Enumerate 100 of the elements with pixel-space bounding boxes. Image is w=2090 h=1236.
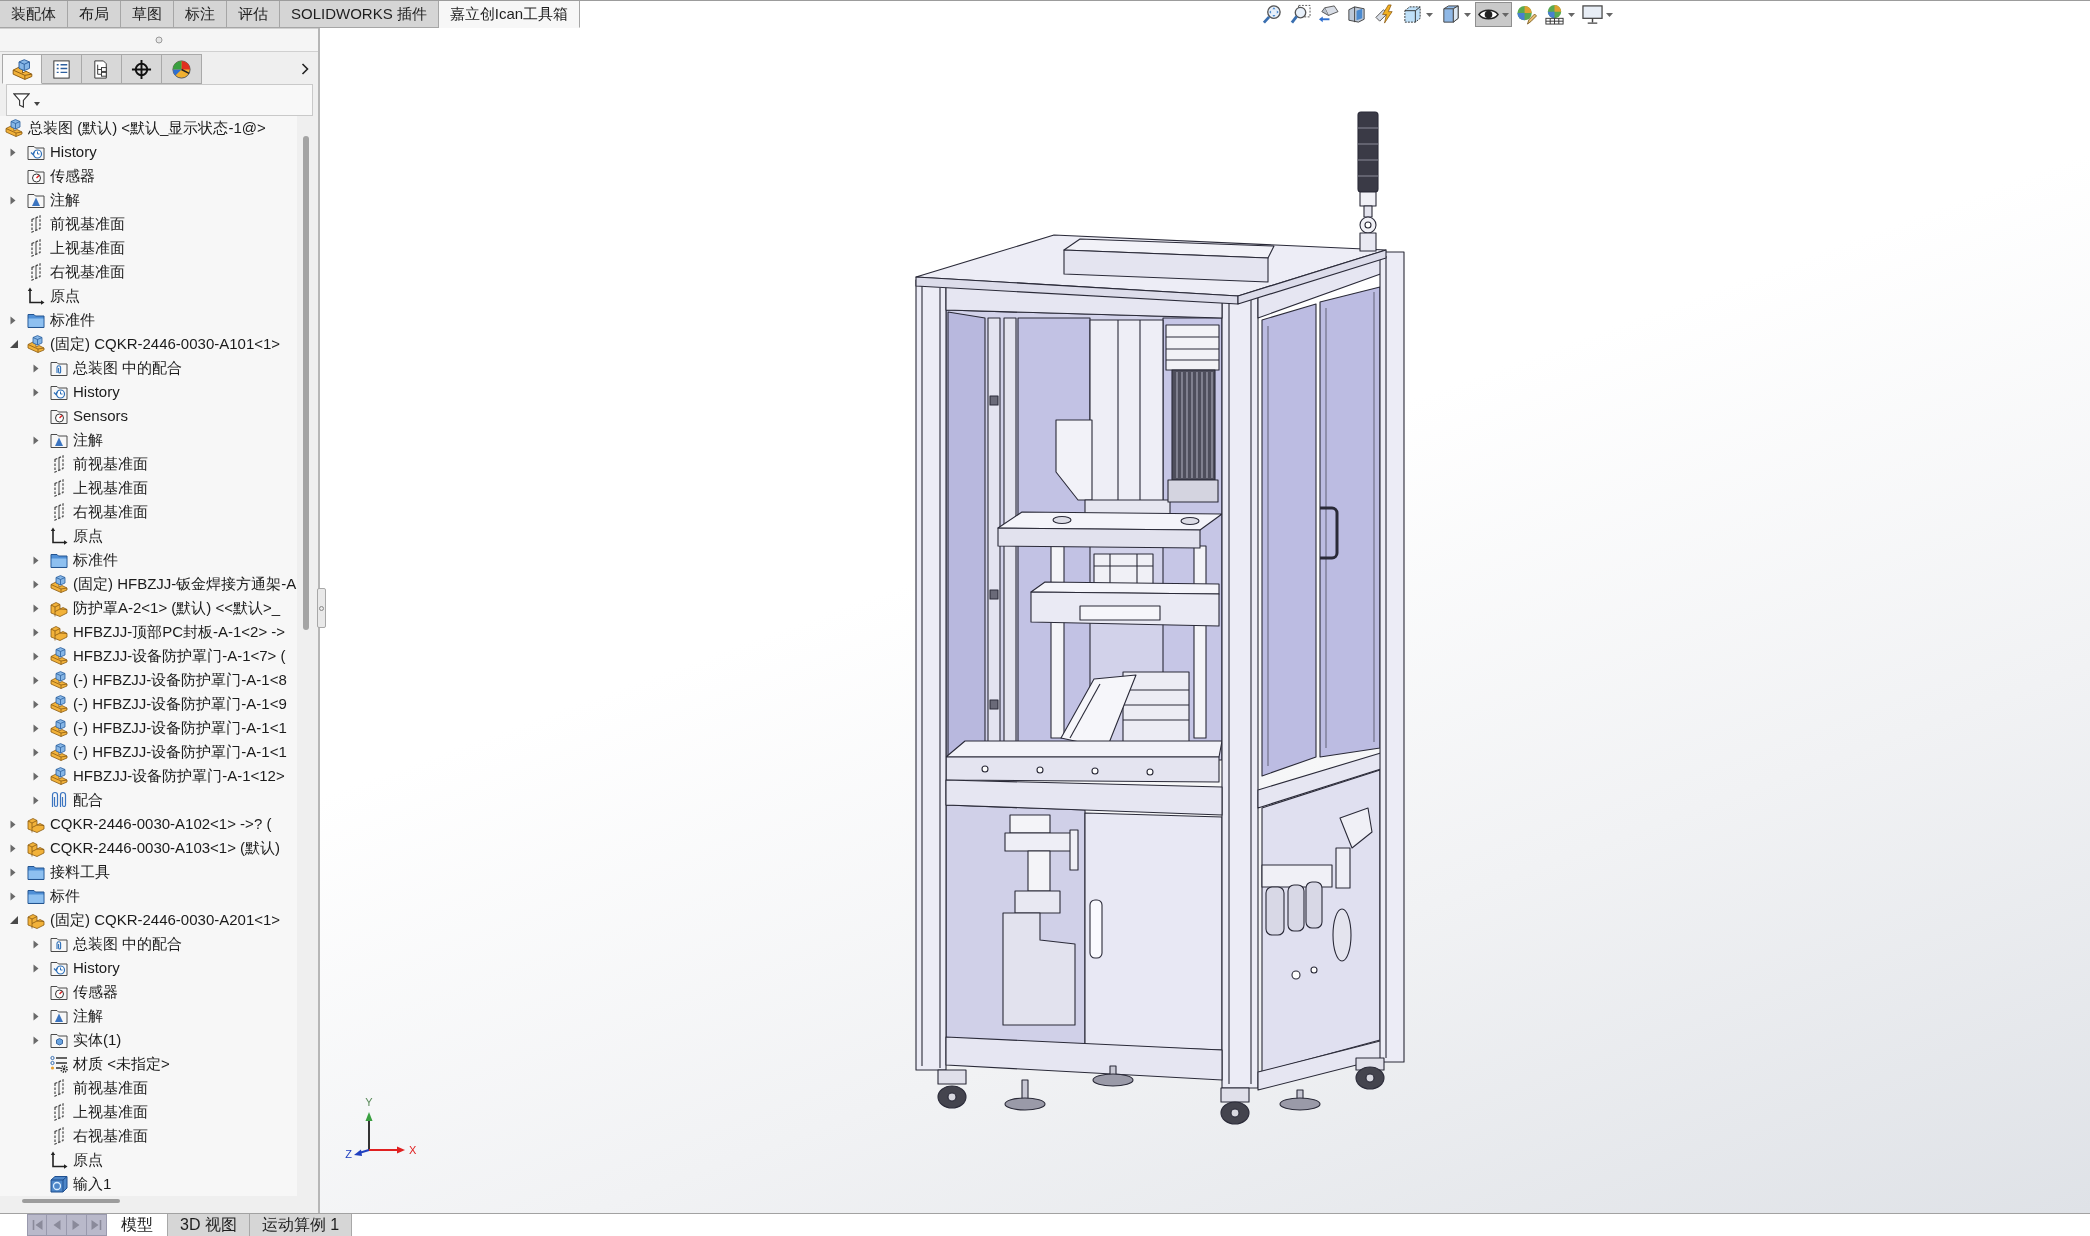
tree-item[interactable]: 防护罩A-2<1> (默认) <<默认>_ [73,598,281,618]
tree-item[interactable]: (固定) CQKR-2446-0030-A101<1> [50,334,281,354]
tree-item[interactable]: 总装图 中的配合 [73,358,183,378]
tree-item[interactable]: 注解 [73,430,103,450]
caret-right-icon[interactable] [10,315,16,325]
tree-item[interactable]: 总装图 中的配合 [73,934,183,954]
tree-item[interactable]: (-) HFBZJJ-设备防护罩门-A-1<8 [73,670,287,690]
tree-item[interactable]: 原点 [73,526,103,546]
caret-right-icon[interactable] [33,747,39,757]
tree-item[interactable]: 上视基准面 [73,1102,148,1122]
tree-item[interactable]: History [50,142,97,162]
display-tab[interactable] [162,54,202,84]
tree-item[interactable]: 材质 <未指定> [73,1054,170,1074]
caret-right-icon[interactable] [10,843,16,853]
dimxpert-tab[interactable] [122,54,162,84]
caret-icon[interactable] [1568,12,1575,17]
tree-item[interactable]: 原点 [73,1150,103,1170]
tree-item[interactable]: 前视基准面 [50,214,125,234]
panel-grip-bar[interactable] [0,28,318,52]
tree-item[interactable]: 标准件 [73,550,118,570]
tree-item[interactable]: (固定) CQKR-2446-0030-A201<1> [50,910,281,930]
caret-right-icon[interactable] [33,579,39,589]
tree-item[interactable]: 原点 [50,286,80,306]
caret-right-icon[interactable] [10,819,16,829]
tree-item[interactable]: 传感器 [50,166,95,186]
caret-right-icon[interactable] [33,627,39,637]
tree-item[interactable]: 上视基准面 [50,238,125,258]
tree-item[interactable]: 标件 [50,886,80,906]
caret-icon[interactable] [34,102,40,106]
tree-item[interactable]: Sensors [73,406,129,426]
command-tab[interactable]: 评估 [227,1,280,28]
command-tab[interactable]: 标注 [174,1,227,28]
horizontal-scrollbar[interactable] [22,1199,120,1203]
command-tab[interactable]: 装配体 [0,1,68,28]
tree-item[interactable]: 实体(1) [73,1030,122,1050]
hide-show-items-button[interactable] [1475,2,1512,27]
tree-item[interactable]: 配合 [73,790,103,810]
caret-right-icon[interactable] [33,651,39,661]
feature-tree-tab[interactable] [2,54,42,84]
caret-right-icon[interactable] [10,891,16,901]
tree-item[interactable]: 上视基准面 [73,478,148,498]
caret-right-icon[interactable] [33,939,39,949]
tree-item[interactable]: 接料工具 [50,862,110,882]
tree-item[interactable]: HFBZJJ-顶部PC封板-A-1<2> -> [73,622,286,642]
command-tab[interactable]: 嘉立创Ican工具箱 [438,1,581,28]
caret-right-icon[interactable] [10,867,16,877]
tree-item[interactable]: 右视基准面 [50,262,125,282]
tree-item[interactable]: 输入1 [73,1174,112,1194]
caret-icon[interactable] [1426,12,1433,17]
filter-field[interactable] [6,84,313,116]
caret-right-icon[interactable] [10,147,16,157]
tree-item[interactable]: 传感器 [73,982,118,1002]
caret-right-icon[interactable] [33,723,39,733]
tree-item[interactable]: CQKR-2446-0030-A102<1> ->? ( [50,814,272,834]
tree-item[interactable]: 右视基准面 [73,502,148,522]
caret-right-icon[interactable] [33,555,39,565]
tree-item[interactable]: HFBZJJ-设备防护罩门-A-1<7> ( [73,646,286,666]
caret-right-icon[interactable] [33,603,39,613]
properties-tab[interactable] [42,54,82,84]
tree-item[interactable]: History [73,382,120,402]
tree-item[interactable]: (-) HFBZJJ-设备防护罩门-A-1<1 [73,718,287,738]
caret-right-icon[interactable] [33,963,39,973]
tree-item[interactable]: (-) HFBZJJ-设备防护罩门-A-1<9 [73,694,287,714]
caret-right-icon[interactable] [33,1035,39,1045]
sheet-tab[interactable]: 3D 视图 [168,1214,250,1236]
tree-item[interactable]: 注解 [50,190,80,210]
view-settings-button[interactable] [1579,2,1616,27]
chevron-right-icon[interactable] [301,63,309,75]
caret-right-icon[interactable] [33,435,39,445]
caret-right-icon[interactable] [33,699,39,709]
caret-right-icon[interactable] [33,387,39,397]
tree-item[interactable]: 总装图 (默认) <默认_显示状态-1@> [28,118,266,138]
tree-item[interactable]: (-) HFBZJJ-设备防护罩门-A-1<1 [73,742,287,762]
caret-icon[interactable] [1606,12,1613,17]
caret-right-icon[interactable] [33,795,39,805]
caret-icon[interactable] [1464,12,1471,17]
tree-item[interactable]: History [73,958,120,978]
caret-down-icon[interactable] [10,916,18,924]
tree-item[interactable]: 前视基准面 [73,454,148,474]
tree-item[interactable]: 注解 [73,1006,103,1026]
sheet-tab[interactable]: 运动算例 1 [249,1214,353,1236]
panel-handle[interactable] [317,588,326,628]
caret-right-icon[interactable] [33,363,39,373]
caret-right-icon[interactable] [33,771,39,781]
caret-right-icon[interactable] [33,1011,39,1021]
tree-item[interactable]: 前视基准面 [73,1078,148,1098]
command-tab[interactable]: SOLIDWORKS 插件 [280,1,439,28]
tree-item[interactable]: 右视基准面 [73,1126,148,1146]
command-tab[interactable]: 布局 [68,1,121,28]
caret-down-icon[interactable] [10,340,18,348]
tree-item[interactable]: CQKR-2446-0030-A103<1> (默认) [50,838,281,858]
command-tab[interactable]: 草图 [121,1,174,28]
tree-item[interactable]: 标准件 [50,310,95,330]
vertical-scrollbar[interactable] [303,136,309,630]
configurations-tab[interactable] [82,54,122,84]
tree-item[interactable]: HFBZJJ-设备防护罩门-A-1<12> [73,766,285,786]
tree-item[interactable]: (固定) HFBZJJ-钣金焊接方通架-A [73,574,297,594]
caret-right-icon[interactable] [33,675,39,685]
caret-right-icon[interactable] [10,195,16,205]
sphere-grid-icon [1544,4,1565,25]
